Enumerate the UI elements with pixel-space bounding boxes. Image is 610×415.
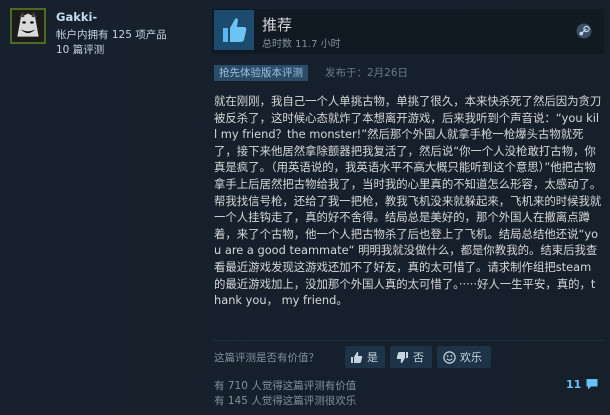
username[interactable]: Gakki- [56, 10, 97, 24]
vote-funny-button[interactable]: 欢乐 [437, 346, 491, 368]
comment-count: 11 [566, 377, 582, 391]
early-access-badge: 抢先体验版本评测 [214, 65, 308, 81]
vote-no-button[interactable]: 否 [390, 346, 432, 368]
joker-avatar-icon [12, 10, 44, 42]
funny-count: 有 145 人觉得这篇评测很欢乐 [214, 395, 357, 407]
vote-no-label: 否 [413, 351, 424, 364]
rating-header[interactable]: 推荐 总时数 11.7 小时 [212, 9, 604, 54]
smiley-icon [442, 350, 456, 364]
thumbs-down-icon [395, 350, 409, 364]
playtime: 总时数 11.7 小时 [262, 39, 341, 50]
helpful-question: 这篇评测是否有价值？ [214, 352, 319, 364]
helpful-count: 有 710 人觉得这篇评测有价值 [214, 380, 357, 392]
vote-yes-button[interactable]: 是 [345, 346, 385, 368]
steam-logo-icon [576, 23, 592, 39]
review-count[interactable]: 10 篇评测 [56, 42, 104, 57]
review-text: 就在刚刚，我自己一个人单挑古物，单挑了很久，本来快杀死了然后因为贪刀被反杀了，这… [214, 94, 602, 308]
vote-funny-label: 欢乐 [460, 351, 482, 364]
comment-bubble-icon [586, 379, 598, 390]
review-card: Gakki- 帐户内拥有 125 项产品 10 篇评测 推荐 总时数 11.7 … [0, 0, 610, 415]
avatar[interactable] [10, 8, 46, 44]
thumbs-up-icon [214, 10, 254, 50]
vote-yes-label: 是 [367, 351, 378, 364]
comment-count-link[interactable]: 11 [566, 377, 599, 391]
divider [212, 340, 604, 341]
products-owned[interactable]: 帐户内拥有 125 项产品 [56, 27, 167, 42]
posted-date: 发布于：2月26日 [325, 67, 409, 79]
rating-title: 推荐 [262, 16, 293, 34]
author-block: Gakki- 帐户内拥有 125 项产品 10 篇评测 [10, 8, 205, 68]
thumbs-up-icon [350, 350, 363, 364]
